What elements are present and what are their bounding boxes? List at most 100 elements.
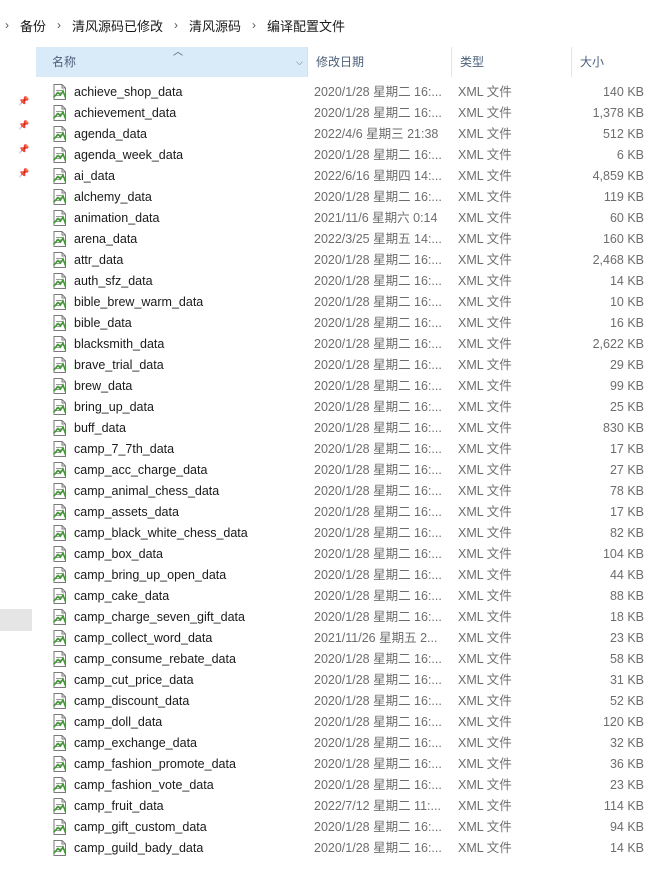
file-modified-date: 2020/1/28 星期二 16:... [314,400,442,414]
xml-file-icon [52,294,67,310]
file-row[interactable]: camp_acc_charge_data 2020/1/28 星期二 16:...… [36,460,668,481]
chevron-right-icon[interactable]: › [169,18,183,32]
file-row[interactable]: camp_7_7th_data 2020/1/28 星期二 16:... XML 文… [36,439,668,460]
file-row[interactable]: bible_brew_warm_data 2020/1/28 星期二 16:...… [36,292,668,313]
address-bar: › 备份 › 清风源码已修改 › 清风源码 › 编译配置文件 [0,0,668,48]
file-row[interactable]: bible_data 2020/1/28 星期二 16:... XML 文件 16 K… [36,313,668,334]
file-name[interactable]: alchemy_data [74,187,152,208]
file-name[interactable]: camp_collect_word_data [74,628,212,649]
file-name[interactable]: achieve_shop_data [74,82,182,103]
file-name[interactable]: camp_fashion_vote_data [74,775,214,796]
nav-selected-item[interactable] [0,609,32,631]
file-name[interactable]: bible_brew_warm_data [74,292,203,313]
file-row[interactable]: camp_guild_bady_data 2020/1/28 星期二 16:...… [36,838,668,859]
chevron-right-icon[interactable]: › [247,18,261,32]
file-name[interactable]: camp_consume_rebate_data [74,649,236,670]
file-name[interactable]: attr_data [74,250,123,271]
file-row[interactable]: bring_up_data 2020/1/28 星期二 16:... XML 文件 2… [36,397,668,418]
file-name[interactable]: arena_data [74,229,137,250]
breadcrumb-item[interactable]: 编译配置文件 [261,16,351,35]
file-row[interactable]: camp_animal_chess_data 2020/1/28 星期二 16:.… [36,481,668,502]
file-row[interactable]: camp_fashion_vote_data 2020/1/28 星期二 16:.… [36,775,668,796]
file-row[interactable]: camp_box_data 2020/1/28 星期二 16:... XML 文件 1… [36,544,668,565]
column-header-name[interactable]: ︿ 名称 ⌵ [36,47,308,77]
file-name[interactable]: camp_charge_seven_gift_data [74,607,245,628]
file-row[interactable]: brave_trial_data 2020/1/28 星期二 16:... XML … [36,355,668,376]
breadcrumb-item[interactable]: 清风源码 [183,16,247,35]
file-row[interactable]: camp_discount_data 2020/1/28 星期二 16:... XM… [36,691,668,712]
file-name[interactable]: achievement_data [74,103,176,124]
file-name[interactable]: ai_data [74,166,115,187]
chevron-right-icon[interactable]: › [52,18,66,32]
file-row[interactable]: blacksmith_data 2020/1/28 星期二 16:... XML 文… [36,334,668,355]
file-row[interactable]: camp_fashion_promote_data 2020/1/28 星期二 1… [36,754,668,775]
file-size: 1,378 KB [592,106,644,120]
file-row[interactable]: camp_exchange_data 2020/1/28 星期二 16:... XM… [36,733,668,754]
file-name[interactable]: camp_guild_bady_data [74,838,203,859]
file-row[interactable]: brew_data 2020/1/28 星期二 16:... XML 文件 99 KB [36,376,668,397]
file-row[interactable]: camp_doll_data 2020/1/28 星期二 16:... XML 文件… [36,712,668,733]
file-name[interactable]: brave_trial_data [74,355,164,376]
file-name[interactable]: buff_data [74,418,126,439]
file-row[interactable]: arena_data 2022/3/25 星期五 14:... XML 文件 160 … [36,229,668,250]
file-name[interactable]: camp_box_data [74,544,163,565]
breadcrumb-item[interactable]: 清风源码已修改 [66,16,169,35]
file-row[interactable]: buff_data 2020/1/28 星期二 16:... XML 文件 830 K… [36,418,668,439]
file-type: XML 文件 [458,757,512,771]
file-row[interactable]: achieve_shop_data 2020/1/28 星期二 16:... XML… [36,82,668,103]
file-modified-date: 2020/1/28 星期二 16:... [314,694,442,708]
file-name[interactable]: camp_acc_charge_data [74,460,207,481]
file-row[interactable]: camp_fruit_data 2022/7/12 星期二 11:... XML 文… [36,796,668,817]
file-row[interactable]: alchemy_data 2020/1/28 星期二 16:... XML 文件 11… [36,187,668,208]
file-name[interactable]: camp_7_7th_data [74,439,174,460]
file-row[interactable]: camp_bring_up_open_data 2020/1/28 星期二 16:… [36,565,668,586]
file-name[interactable]: camp_animal_chess_data [74,481,219,502]
file-row[interactable]: camp_charge_seven_gift_data 2020/1/28 星期二… [36,607,668,628]
file-row[interactable]: agenda_data 2022/4/6 星期三 21:38 XML 文件 512 K… [36,124,668,145]
file-name[interactable]: camp_cake_data [74,586,169,607]
file-name[interactable]: camp_assets_data [74,502,179,523]
file-name[interactable]: camp_bring_up_open_data [74,565,226,586]
column-header-modified[interactable]: 修改日期 [308,47,452,77]
file-name[interactable]: camp_doll_data [74,712,162,733]
file-name[interactable]: brew_data [74,376,132,397]
file-row[interactable]: achievement_data 2020/1/28 星期二 16:... XML … [36,103,668,124]
file-name[interactable]: camp_fruit_data [74,796,164,817]
chevron-down-icon[interactable]: ⌵ [296,47,303,77]
file-name[interactable]: camp_black_white_chess_data [74,523,248,544]
file-row[interactable]: camp_black_white_chess_data 2020/1/28 星期二… [36,523,668,544]
file-name[interactable]: agenda_data [74,124,147,145]
xml-file-icon [52,189,67,205]
file-name[interactable]: camp_gift_custom_data [74,817,207,838]
file-name[interactable]: camp_discount_data [74,691,189,712]
file-modified-date: 2022/7/12 星期二 11:... [314,799,441,813]
column-header-type[interactable]: 类型 [452,47,572,77]
file-row[interactable]: camp_cut_price_data 2020/1/28 星期二 16:... X… [36,670,668,691]
file-row[interactable]: camp_collect_word_data 2021/11/26 星期五 2..… [36,628,668,649]
file-row[interactable]: auth_sfz_data 2020/1/28 星期二 16:... XML 文件 1… [36,271,668,292]
file-row[interactable]: animation_data 2021/11/6 星期六 0:14 XML 文件 60… [36,208,668,229]
file-row[interactable]: camp_assets_data 2020/1/28 星期二 16:... XML … [36,502,668,523]
file-name[interactable]: animation_data [74,208,159,229]
xml-file-icon [52,672,67,688]
file-name[interactable]: auth_sfz_data [74,271,153,292]
chevron-right-icon[interactable]: › [0,18,14,32]
file-row[interactable]: camp_gift_custom_data 2020/1/28 星期二 16:..… [36,817,668,838]
breadcrumb-item[interactable]: 备份 [14,16,52,35]
file-row[interactable]: agenda_week_data 2020/1/28 星期二 16:... XML … [36,145,668,166]
file-name[interactable]: camp_exchange_data [74,733,197,754]
file-name[interactable]: bring_up_data [74,397,154,418]
file-name[interactable]: bible_data [74,313,132,334]
file-modified-date: 2022/3/25 星期五 14:... [314,232,442,246]
file-name[interactable]: agenda_week_data [74,145,183,166]
column-header-size[interactable]: 大小 [572,47,668,77]
file-row[interactable]: ai_data 2022/6/16 星期四 14:... XML 文件 4,859 K… [36,166,668,187]
file-name[interactable]: blacksmith_data [74,334,164,355]
file-name[interactable]: camp_fashion_promote_data [74,754,236,775]
file-type: XML 文件 [458,505,512,519]
file-name[interactable]: camp_cut_price_data [74,670,194,691]
file-row[interactable]: camp_consume_rebate_data 2020/1/28 星期二 16… [36,649,668,670]
file-row[interactable]: camp_cake_data 2020/1/28 星期二 16:... XML 文件… [36,586,668,607]
file-size: 31 KB [609,673,644,687]
file-row[interactable]: attr_data 2020/1/28 星期二 16:... XML 文件 2,468… [36,250,668,271]
